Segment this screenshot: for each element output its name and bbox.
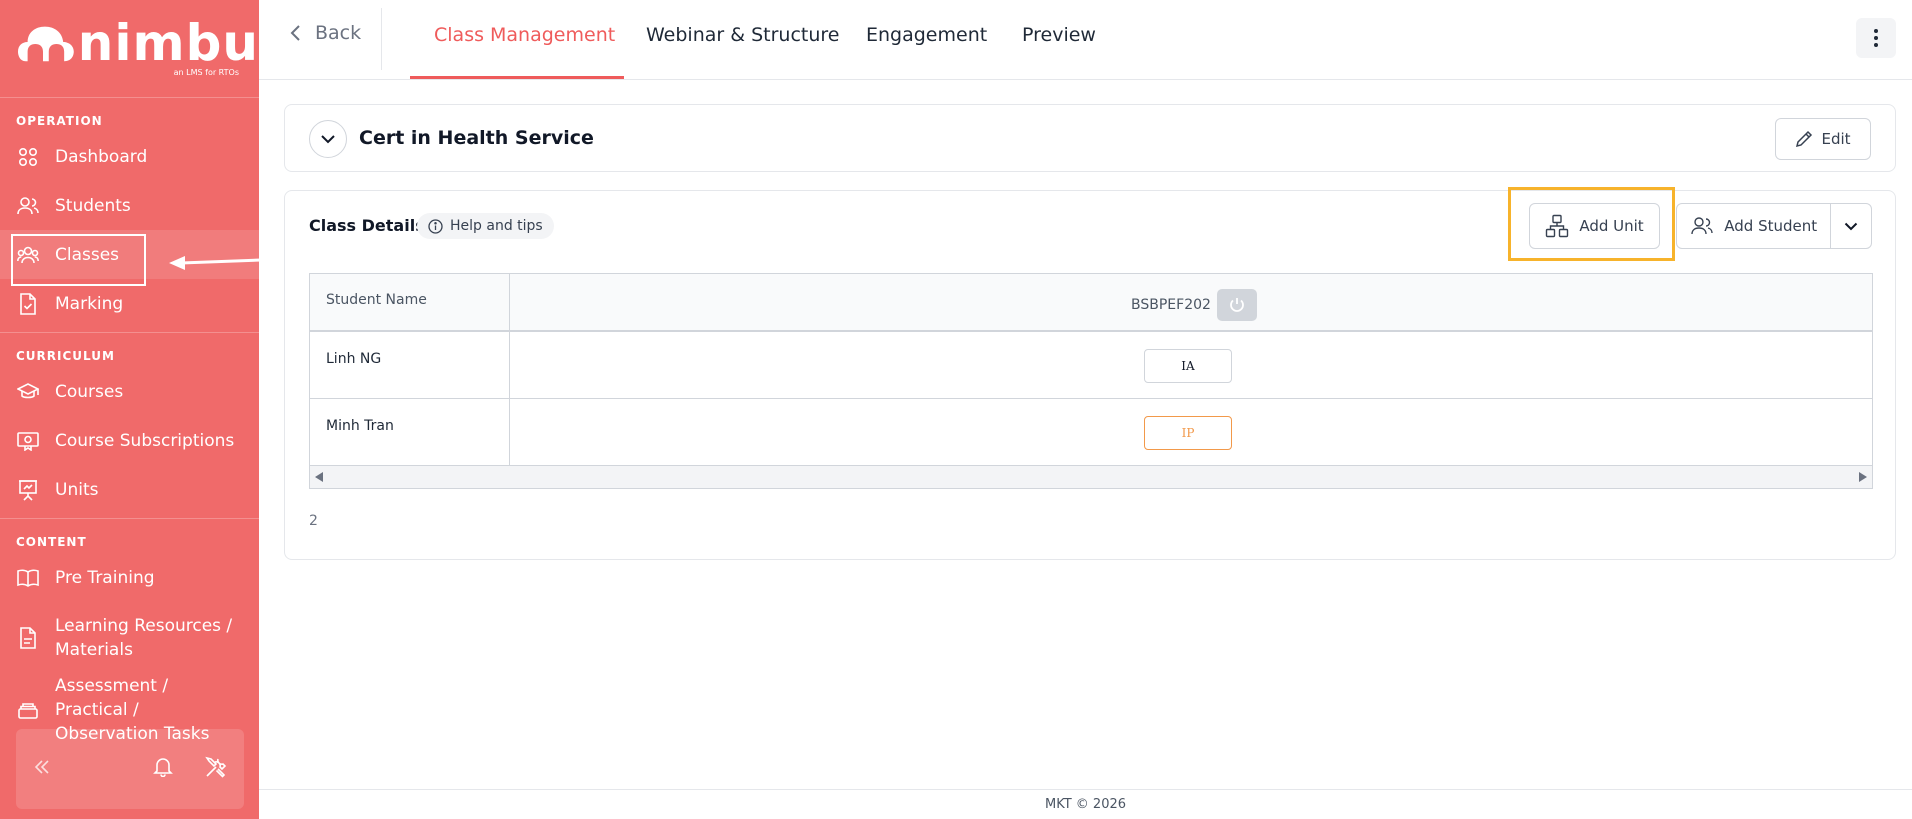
section-content: CONTENT: [16, 535, 87, 549]
sidebar-footer: [16, 729, 244, 809]
horizontal-scrollbar[interactable]: [310, 465, 1872, 488]
collapse-toggle-button[interactable]: [309, 120, 347, 158]
annotation-arrow-icon: [169, 256, 261, 270]
class-details-title: Class Details: [309, 216, 425, 235]
cloud-logo-icon: [18, 26, 74, 62]
table-header: Student Name BSBPEF202: [310, 274, 1872, 332]
copyright-text: MKT © 2026: [1044, 797, 1127, 812]
student-name: Linh NG: [326, 351, 382, 367]
doc-check-icon: [16, 292, 40, 316]
edit-button[interactable]: Edit: [1775, 118, 1871, 160]
add-student-split-button: Add Student: [1676, 203, 1872, 249]
file-icon: [16, 626, 40, 650]
tab-webinar-structure[interactable]: Webinar & Structure: [646, 24, 839, 46]
tab-class-management[interactable]: Class Management: [434, 24, 615, 46]
chevron-down-icon: [1844, 222, 1858, 230]
brand-tagline: an LMS for RTOs: [173, 68, 239, 77]
edit-label: Edit: [1821, 130, 1851, 148]
chevron-down-icon: [321, 135, 335, 144]
add-unit-label: Add Unit: [1579, 217, 1644, 235]
scroll-left-icon[interactable]: [314, 471, 324, 483]
tab-preview[interactable]: Preview: [1022, 24, 1096, 46]
add-student-button[interactable]: Add Student: [1677, 204, 1832, 248]
sidebar-item-label: Dashboard: [55, 146, 148, 167]
users-icon: [16, 194, 40, 218]
add-student-label: Add Student: [1724, 217, 1818, 235]
unit-toggle-button[interactable]: [1216, 289, 1257, 321]
section-operation: OPERATION: [16, 114, 103, 128]
back-label: Back: [315, 22, 362, 44]
scroll-right-icon[interactable]: [1858, 471, 1868, 483]
info-icon: [428, 218, 443, 234]
status-button[interactable]: IA: [1144, 349, 1232, 383]
add-unit-button[interactable]: Add Unit: [1529, 203, 1660, 249]
sidebar-item-courses[interactable]: Courses: [0, 367, 259, 416]
page-footer: MKT © 2026: [259, 789, 1912, 819]
sidebar-item-label: Students: [55, 195, 131, 216]
unit-code: BSBPEF202: [1131, 297, 1211, 313]
sidebar-item-label: Learning Resources / Materials: [55, 616, 233, 660]
sidebar: nimbu an LMS for RTOs OPERATION Dashboar…: [0, 0, 259, 819]
sidebar-item-students[interactable]: Students: [0, 181, 259, 230]
bell-icon[interactable]: [152, 755, 174, 783]
section-curriculum: CURRICULUM: [16, 349, 115, 363]
users-icon: [1691, 217, 1713, 235]
back-button[interactable]: Back: [289, 22, 361, 44]
add-student-dropdown-button[interactable]: [1831, 222, 1871, 231]
help-tips-button[interactable]: Help and tips: [417, 213, 554, 239]
hierarchy-icon: [1546, 214, 1569, 238]
column-header-student-name: Student Name: [326, 292, 427, 308]
sidebar-item-learning-resources[interactable]: Learning Resources / Materials: [0, 602, 259, 674]
sidebar-item-label: Classes: [55, 244, 120, 265]
top-separator: [381, 8, 382, 70]
top-bar: Back Class Management Webinar & Structur…: [259, 0, 1912, 80]
presentation-icon: [16, 478, 40, 502]
pencil-icon: [1796, 130, 1813, 148]
kebab-icon: [1874, 29, 1878, 47]
sidebar-item-label: Course Subscriptions: [55, 430, 235, 451]
active-tab-indicator: [410, 76, 624, 79]
student-unit-table: Student Name BSBPEF202 Linh NG IA Minh T…: [309, 273, 1873, 489]
course-card: Cert in Health Service Edit: [284, 104, 1896, 172]
power-icon: [1230, 298, 1244, 312]
grid-icon: [16, 145, 40, 169]
sidebar-item-label: Marking: [55, 293, 124, 314]
table-row: Linh NG IA: [310, 332, 1872, 399]
help-tips-label: Help and tips: [450, 218, 543, 234]
tools-icon[interactable]: [204, 755, 228, 783]
certificate-icon: [16, 429, 40, 453]
course-title: Cert in Health Service: [359, 127, 594, 149]
sidebar-item-label: Courses: [55, 381, 124, 402]
more-menu-button[interactable]: [1856, 18, 1896, 58]
book-icon: [16, 566, 40, 590]
record-count: 2: [309, 513, 318, 529]
status-button[interactable]: IP: [1144, 416, 1232, 450]
class-details-card: Class Details Help and tips Add Unit Add…: [284, 187, 1896, 560]
sidebar-item-course-subscriptions[interactable]: Course Subscriptions: [0, 416, 259, 465]
brand-name: nimbu: [77, 14, 259, 72]
sidebar-item-marking[interactable]: Marking: [0, 279, 259, 328]
sidebar-item-dashboard[interactable]: Dashboard: [0, 132, 259, 181]
layers-icon: [16, 698, 40, 722]
column-header-unit: BSBPEF202: [1131, 289, 1257, 321]
tab-engagement[interactable]: Engagement: [866, 24, 987, 46]
table-row: Minh Tran IP: [310, 399, 1872, 466]
sidebar-item-units[interactable]: Units: [0, 465, 259, 514]
sidebar-item-label: Units: [55, 479, 99, 500]
brand-logo[interactable]: nimbu an LMS for RTOs: [0, 0, 259, 98]
collapse-sidebar-icon[interactable]: [32, 757, 52, 781]
chevron-left-icon: [290, 25, 300, 41]
graduation-cap-icon: [16, 380, 40, 404]
sidebar-item-label: Pre Training: [55, 567, 155, 588]
student-name: Minh Tran: [326, 418, 394, 434]
sidebar-item-pre-training[interactable]: Pre Training: [0, 553, 259, 602]
group-icon: [16, 243, 40, 267]
